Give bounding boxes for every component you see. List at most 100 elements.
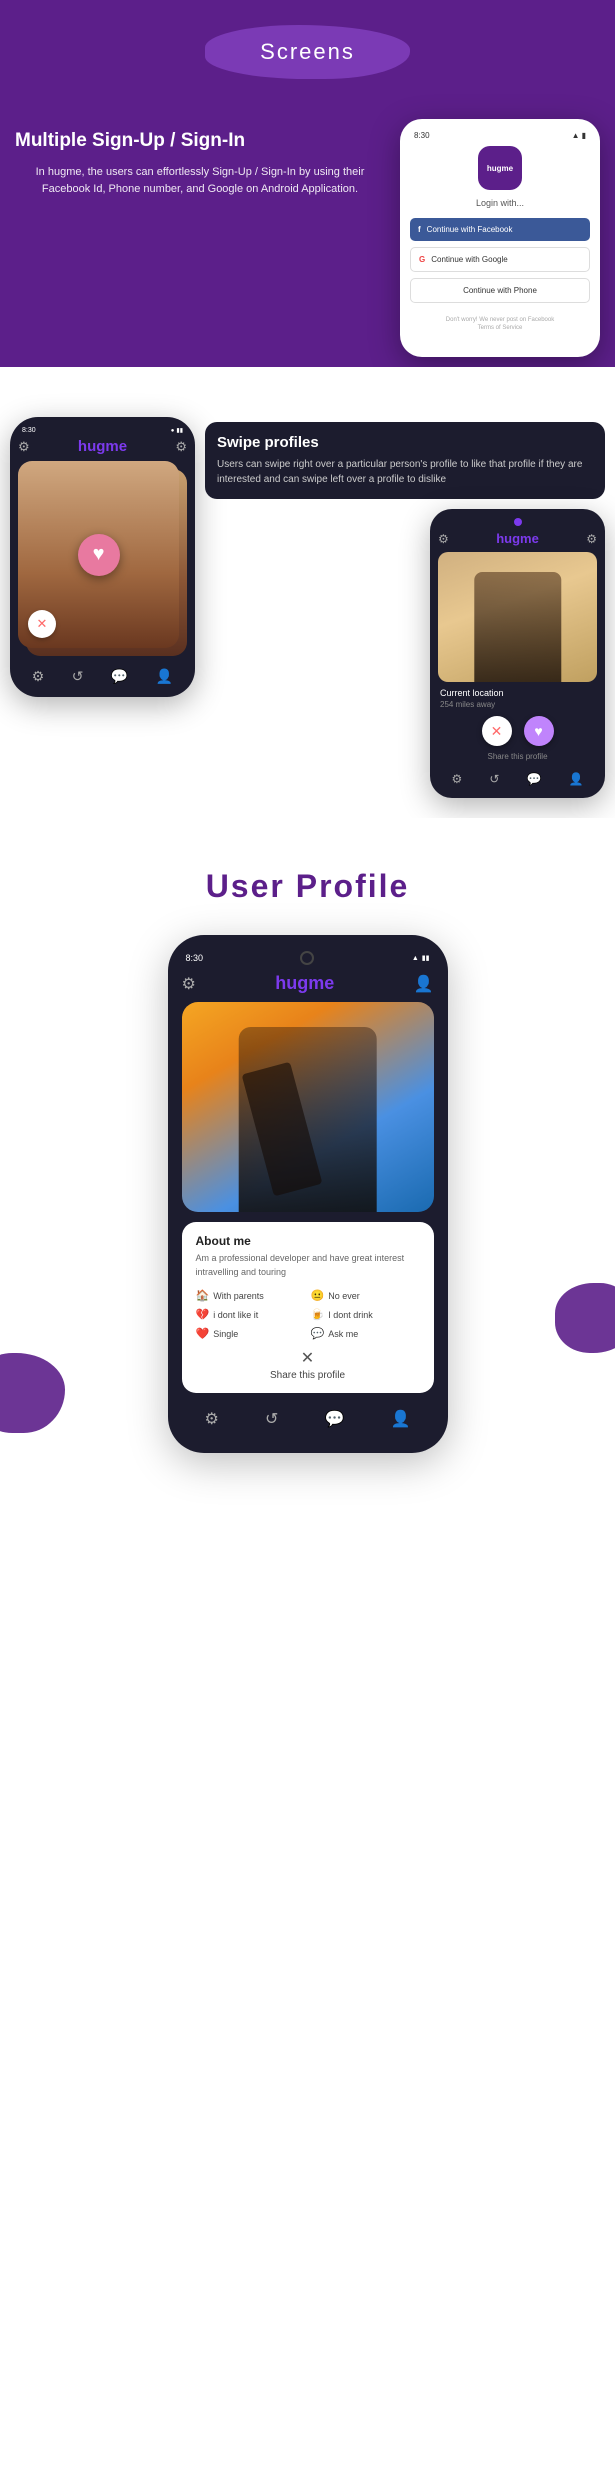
phone-btn-label: Continue with Phone <box>463 286 537 295</box>
status-time: 8:30 <box>414 131 430 140</box>
tag-dont-like-label: i dont like it <box>213 1310 258 1320</box>
facebook-login-button[interactable]: f Continue with Facebook <box>410 218 590 241</box>
battery-icon: ▮ <box>582 131 586 140</box>
signup-section: Multiple Sign-Up / Sign-In In hugme, the… <box>0 99 615 407</box>
tag-ask-me: 💬 Ask me <box>311 1327 420 1340</box>
tag-face-icon: 😐 <box>311 1289 325 1302</box>
swipe-title: Swipe profiles <box>217 434 593 451</box>
profile-header-row: ⚙ hugme 👤 <box>182 973 434 994</box>
location-label: Current location <box>440 688 595 698</box>
swipe-status-bar: 8:30 ● ▮▮ <box>18 427 187 434</box>
profile-logo: hugme <box>275 973 334 994</box>
app-icon: hugme <box>478 146 522 190</box>
phone-right-logo: hugme <box>496 531 539 546</box>
swipe-section: 8:30 ● ▮▮ ⚙ hugme ⚙ <box>0 407 615 818</box>
about-me-title: About me <box>196 1234 420 1248</box>
profile-wifi: ▲ <box>412 955 419 962</box>
tag-single-icon: ❤️ <box>196 1327 210 1340</box>
tag-home-icon: 🏠 <box>196 1289 210 1302</box>
screens-title: Screens <box>260 39 355 64</box>
tag-chat-icon: 💬 <box>311 1327 325 1340</box>
profile-card-image <box>438 552 597 682</box>
tag-drink-icon: 🍺 <box>311 1308 325 1321</box>
google-btn-label: Continue with Google <box>431 255 508 264</box>
screens-blob: Screens <box>205 25 410 79</box>
profile-time: 8:30 <box>186 953 204 963</box>
swipe-phone-right: ⚙ hugme ⚙ Current location 254 miles awa… <box>430 509 605 798</box>
login-phone-mockup: 8:30 ▲ ▮ hugme Login with... f Continue … <box>400 119 600 357</box>
profile-nav-chat[interactable]: 💬 <box>324 1409 344 1429</box>
share-profile-label: Share this profile <box>440 752 595 761</box>
tag-no-ever: 😐 No ever <box>311 1289 420 1302</box>
wifi-icon: ▲ <box>572 131 580 140</box>
tag-with-parents-label: With parents <box>213 1291 264 1301</box>
share-x-icon: ✕ <box>301 1348 314 1368</box>
login-terms: Terms of Service <box>478 325 523 331</box>
google-login-button[interactable]: G Continue with Google <box>410 247 590 272</box>
tag-dont-like: 💔 i dont like it <box>196 1308 305 1321</box>
screens-header: Screens <box>0 0 615 99</box>
profile-phone-mockup: 8:30 ▲ ▮▮ ⚙ hugme 👤 About me Am a profes… <box>168 935 448 1453</box>
phone-right-filter[interactable]: ⚙ <box>586 532 597 546</box>
swipe-text-block: Swipe profiles Users can swipe right ove… <box>205 422 605 499</box>
user-profile-section: User Profile 8:30 ▲ ▮▮ ⚙ hugme 👤 About m… <box>0 818 615 1533</box>
nav-profile-icon[interactable]: 👤 <box>156 668 173 685</box>
nav2-chat[interactable]: 💬 <box>526 772 541 786</box>
tag-single: ❤️ Single <box>196 1327 305 1340</box>
profile-header-person[interactable]: 👤 <box>414 974 434 994</box>
distance-label: 254 miles away <box>440 700 595 709</box>
swipe-description: Users can swipe right over a particular … <box>217 457 593 487</box>
login-footnote: Don't worry! We never post on Facebook <box>446 317 554 323</box>
facebook-icon: f <box>418 225 421 234</box>
nav-chat-icon[interactable]: 💬 <box>111 668 128 685</box>
about-me-text: Am a professional developer and have gre… <box>196 1252 420 1279</box>
like-heart-overlay: ♥ <box>78 534 120 576</box>
about-me-card: About me Am a professional developer and… <box>182 1222 434 1393</box>
swipe-card-stack: ♥ ✕ <box>18 461 187 656</box>
share-profile-text: Share this profile <box>270 1370 345 1381</box>
swipe-phone-header: ⚙ hugme ⚙ <box>18 438 187 455</box>
swipe-logo: hugme <box>78 438 127 455</box>
profile-nav-settings[interactable]: ⚙ <box>205 1409 219 1429</box>
nav-rewind-icon[interactable]: ↺ <box>72 668 84 685</box>
blob-left <box>0 1353 65 1433</box>
user-profile-title: User Profile <box>206 868 410 905</box>
nav-settings-icon[interactable]: ⚙ <box>32 668 45 685</box>
swipe-nav-bar: ⚙ ↺ 💬 👤 <box>18 664 187 689</box>
swipe-time: 8:30 <box>22 427 36 434</box>
phone-right-settings[interactable]: ⚙ <box>438 532 449 546</box>
signup-text-block: Multiple Sign-Up / Sign-In In hugme, the… <box>15 119 385 199</box>
nav2-settings[interactable]: ⚙ <box>452 772 463 786</box>
profile-nav-rewind[interactable]: ↺ <box>265 1409 278 1429</box>
swipe-battery: ▮▮ <box>176 427 183 434</box>
profile-status-bar: 8:30 ▲ ▮▮ <box>182 951 434 965</box>
tag-dont-drink: 🍺 I dont drink <box>311 1308 420 1321</box>
profile-nav-bar: ⚙ ↺ 💬 👤 <box>182 1405 434 1433</box>
profile-header-settings[interactable]: ⚙ <box>182 974 196 994</box>
tag-heart-break-icon: 💔 <box>196 1308 210 1321</box>
phone-right-indicator <box>438 518 597 526</box>
swipe-settings-icon[interactable]: ⚙ <box>18 439 30 455</box>
phone-right-nav: ⚙ ↺ 💬 👤 <box>438 769 597 789</box>
phone-login-button[interactable]: Continue with Phone <box>410 278 590 303</box>
profile-battery: ▮▮ <box>422 954 430 962</box>
tag-with-parents: 🏠 With parents <box>196 1289 305 1302</box>
nav2-rewind[interactable]: ↺ <box>489 772 499 786</box>
tag-ask-me-label: Ask me <box>328 1329 358 1339</box>
tag-single-label: Single <box>213 1329 238 1339</box>
nav2-profile[interactable]: 👤 <box>569 772 584 786</box>
profile-photo <box>182 1002 434 1212</box>
signup-description: In hugme, the users can effortlessly Sig… <box>15 164 385 199</box>
signup-title: Multiple Sign-Up / Sign-In <box>15 129 385 154</box>
like-button[interactable]: ♥ <box>524 716 554 746</box>
profile-notch <box>300 951 314 965</box>
dislike-button[interactable]: ✕ <box>482 716 512 746</box>
login-with-label: Login with... <box>476 198 524 208</box>
share-profile-row: ✕ Share this profile <box>196 1348 420 1381</box>
blob-right <box>555 1283 615 1353</box>
tag-dont-drink-label: I dont drink <box>328 1310 373 1320</box>
profile-nav-person[interactable]: 👤 <box>391 1409 411 1429</box>
swipe-card-front: ♥ ✕ <box>18 461 179 648</box>
dislike-x-button[interactable]: ✕ <box>28 610 56 638</box>
swipe-filter-icon[interactable]: ⚙ <box>175 439 187 455</box>
